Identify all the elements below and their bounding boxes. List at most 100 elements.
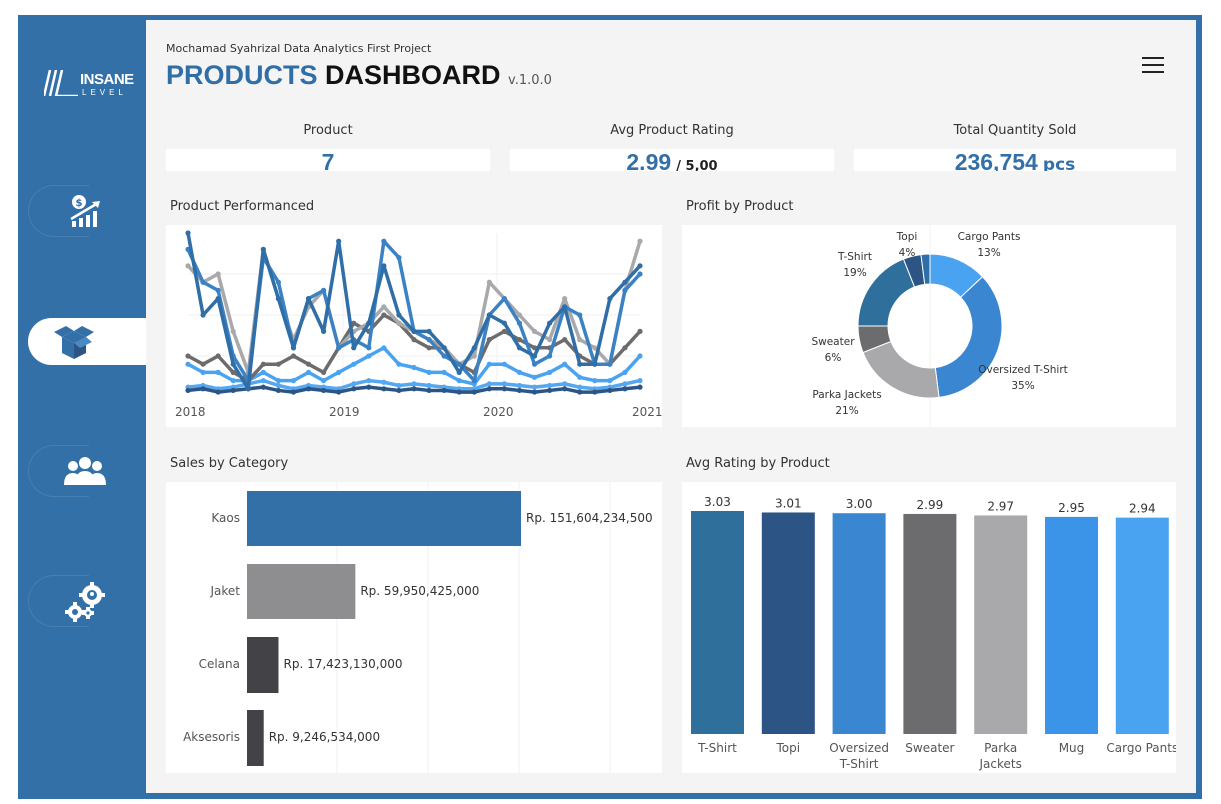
logo-subtext: LEVEL — [82, 88, 127, 97]
series-point — [411, 364, 417, 371]
series-point — [607, 361, 613, 367]
series-point — [577, 337, 583, 343]
series-point — [637, 271, 643, 277]
series-point — [290, 378, 297, 384]
series-point — [381, 312, 387, 318]
slice-percent: 21% — [835, 405, 858, 417]
series-point — [562, 296, 568, 302]
series-point — [260, 361, 266, 367]
series-point — [381, 345, 387, 351]
rating-value-label: 2.97 — [987, 499, 1014, 513]
product-label: Oversized — [829, 741, 889, 755]
series-point — [637, 384, 643, 390]
slice-label: Oversized T-Shirt — [978, 364, 1068, 376]
hamburger-menu-icon[interactable] — [1142, 57, 1164, 73]
series-point — [260, 369, 266, 375]
series-point — [531, 374, 538, 380]
series-point — [607, 378, 613, 384]
x-tick-label: 2021 — [632, 405, 662, 419]
slice-label: Parka Jackets — [812, 389, 881, 401]
kpi-quantity-unit: pcs — [1042, 155, 1076, 171]
slice-label: Cargo Pants — [958, 231, 1021, 243]
nav-item-products[interactable] — [28, 318, 146, 365]
series-point — [501, 361, 507, 367]
kpi-rating-label: Avg Product Rating — [610, 123, 734, 138]
series-point — [275, 378, 281, 384]
kpi-quantity-card: 236,754 pcs — [854, 149, 1176, 171]
bar-value-label: Rp. 151,604,234,500 — [526, 511, 653, 525]
nav-item-finance[interactable]: $ — [28, 185, 146, 237]
product-label: T-Shirt — [839, 757, 879, 771]
series-point — [531, 353, 538, 359]
series-point — [501, 328, 507, 334]
slice-label: T-Shirt — [837, 251, 872, 263]
series-point — [396, 361, 402, 367]
series-point — [592, 378, 598, 384]
series-point — [637, 328, 643, 334]
sales-chart-title: Sales by Category — [170, 456, 289, 471]
kpi-product-card: 7 — [166, 149, 490, 171]
kpi-rating-value: 2.99 — [626, 149, 672, 171]
series-point — [547, 382, 553, 389]
slice-percent: 13% — [977, 247, 1000, 259]
performance-line-chart: 2018 2019 2020 2021 — [175, 230, 663, 419]
series-point — [637, 378, 643, 384]
series-point — [501, 296, 507, 302]
slice-percent: 6% — [825, 352, 842, 364]
series-point — [336, 389, 342, 395]
main-content: Mochamad Syahrizal Data Analytics First … — [146, 20, 1196, 793]
series-point — [411, 337, 417, 343]
series-point — [275, 382, 281, 389]
series-point — [351, 345, 357, 351]
product-label: Jackets — [979, 757, 1022, 771]
series-point — [321, 287, 327, 293]
series-point — [411, 381, 417, 387]
nav-item-customers[interactable] — [28, 445, 146, 497]
series-point — [336, 345, 342, 351]
series-point — [562, 337, 568, 343]
series-point — [200, 279, 206, 285]
profit-chart-panel: Cargo Pants 13% Oversized T-Shirt 35% Parka … — [682, 225, 1176, 427]
series-point — [516, 387, 523, 394]
series-point — [275, 296, 281, 302]
series-point — [381, 379, 387, 385]
profit-donut-chart: Cargo Pants 13% Oversized T-Shirt 35% Parka … — [811, 225, 1068, 427]
series-point — [577, 389, 583, 395]
nav-item-settings[interactable] — [28, 575, 146, 627]
title-part2: DASHBOARD — [325, 60, 501, 90]
series-point — [486, 381, 492, 387]
series-point — [501, 381, 507, 387]
series-point — [381, 304, 387, 310]
series-point — [637, 263, 643, 269]
series-point — [637, 238, 643, 244]
category-bar — [247, 564, 356, 619]
series-point — [305, 361, 312, 367]
series-point — [607, 387, 613, 394]
series-point — [562, 381, 568, 387]
series-point — [486, 361, 492, 367]
series-point — [366, 384, 372, 390]
product-label: T-Shirt — [697, 741, 737, 755]
series-point — [381, 238, 387, 244]
series-point — [531, 328, 538, 334]
series-point — [562, 361, 568, 367]
series-point — [486, 279, 492, 285]
rating-bar — [1115, 517, 1169, 734]
series-point — [215, 389, 221, 395]
logo-text: INSANE — [80, 71, 134, 88]
series-point — [607, 296, 613, 302]
rating-bar — [691, 511, 744, 734]
category-label: Jaket — [209, 584, 240, 598]
bar-value-label: Rp. 17,423,130,000 — [283, 657, 402, 671]
slice-label: Sweater — [811, 336, 855, 348]
series-point — [381, 386, 387, 392]
series-point — [321, 378, 327, 384]
rating-bar — [832, 513, 886, 734]
series-point — [547, 369, 553, 375]
svg-text:$: $ — [76, 198, 83, 209]
category-bar — [247, 710, 264, 766]
series-point — [471, 378, 477, 384]
series-point — [471, 345, 477, 351]
series-point — [200, 361, 206, 367]
series-point — [622, 279, 628, 285]
